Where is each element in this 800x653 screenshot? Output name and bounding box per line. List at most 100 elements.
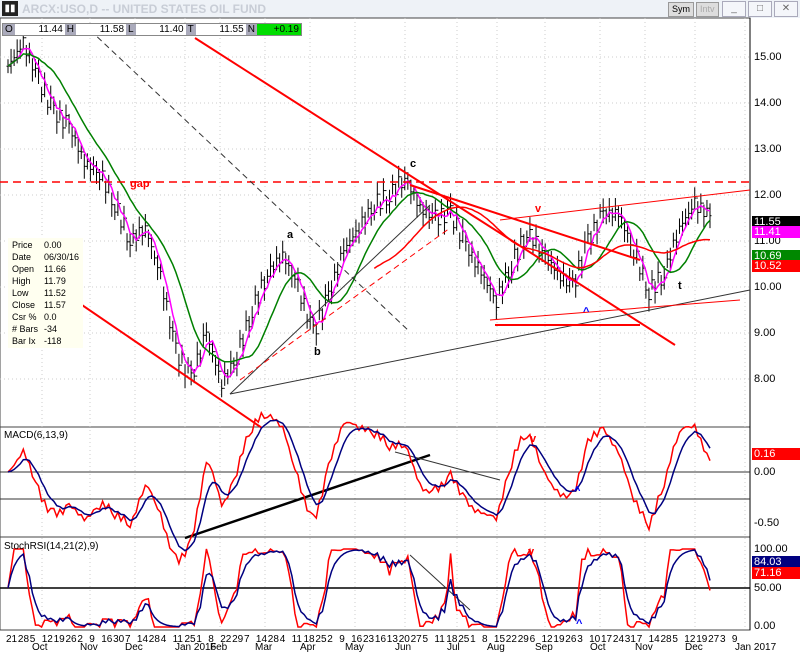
x-tick: 22 xyxy=(505,634,517,645)
x-tick: 23 xyxy=(363,634,375,645)
price-tick: 9.00 xyxy=(754,327,776,339)
stoch-tick: 50.00 xyxy=(754,582,782,594)
price-bar xyxy=(165,292,169,311)
price-tick: 10.00 xyxy=(754,281,782,293)
x-tick: 3 xyxy=(577,634,583,645)
x-month: Nov xyxy=(80,642,98,653)
info-value: 06/30/16 xyxy=(44,252,80,262)
x-tick: 27 xyxy=(708,634,720,645)
price-bar xyxy=(647,287,651,312)
price-bar xyxy=(76,137,80,164)
info-row: Bar Ix -118 xyxy=(10,336,81,346)
price-bar xyxy=(204,322,208,342)
value-badge: 10.52 xyxy=(752,260,800,272)
price-bar xyxy=(156,255,160,281)
info-value: 0.0 xyxy=(44,312,57,322)
info-value: 0.00 xyxy=(44,240,62,250)
change-value: +0.19 xyxy=(256,24,301,35)
annotation-t: t xyxy=(678,280,682,292)
fast-ma-line xyxy=(7,47,711,379)
info-label: Low xyxy=(12,288,29,298)
price-bar xyxy=(64,104,68,129)
value-badge: 11.41 xyxy=(752,226,800,238)
price-tick: 8.00 xyxy=(754,373,776,385)
price-bar xyxy=(113,204,117,221)
price-bar xyxy=(427,205,431,229)
x-month: May xyxy=(345,642,364,653)
x-tick: 21 xyxy=(6,634,18,645)
price-tick: 14.00 xyxy=(754,97,782,109)
info-label: Date xyxy=(12,252,32,262)
high-label: H xyxy=(64,24,77,35)
price-bar xyxy=(369,201,373,226)
price-bar xyxy=(67,113,71,134)
info-row: Date 06/30/16 xyxy=(10,252,81,262)
chart-canvas[interactable] xyxy=(0,0,800,651)
last-label: T xyxy=(185,24,196,35)
stoch-tick: 100.00 xyxy=(754,543,788,555)
price-bar xyxy=(485,276,489,294)
x-tick: 26 xyxy=(565,634,577,645)
x-tick: 28 xyxy=(148,634,160,645)
price-bar xyxy=(317,299,321,335)
annotation-caret2: ^ xyxy=(574,485,581,497)
panel-frame xyxy=(0,426,751,538)
price-bar xyxy=(549,251,553,275)
price-bar xyxy=(262,276,266,301)
info-label: Bar Ix xyxy=(12,336,36,346)
x-tick: 16 xyxy=(374,634,387,645)
x-month: Dec xyxy=(125,642,143,653)
x-tick: 30 xyxy=(113,634,125,645)
x-tick: 28 xyxy=(17,634,30,645)
x-tick: 9 xyxy=(339,634,345,645)
info-label: # Bars xyxy=(12,324,39,334)
x-month: Mar xyxy=(255,642,273,653)
x-month: Jan 2017 xyxy=(735,642,777,653)
low-label: L xyxy=(126,24,136,35)
x-month: Nov xyxy=(635,642,653,653)
info-row: Open 11.66 xyxy=(10,264,81,274)
x-month: Sep xyxy=(535,642,553,653)
x-month: Oct xyxy=(32,642,48,653)
price-bar xyxy=(146,225,150,248)
macd-title: MACD(6,13,9) xyxy=(4,430,68,441)
annotation-c: c xyxy=(410,158,417,170)
price-bar xyxy=(708,203,712,229)
x-month: Oct xyxy=(590,642,606,653)
x-tick: 19 xyxy=(53,634,65,645)
price-bar xyxy=(693,187,697,210)
info-row: High 11.79 xyxy=(10,276,81,286)
x-tick: 5 xyxy=(672,634,678,645)
info-label: Open xyxy=(12,264,35,274)
info-value: 11.66 xyxy=(44,264,66,274)
price-bar xyxy=(268,253,272,279)
price-bar xyxy=(195,341,199,377)
x-month: Feb xyxy=(210,642,228,653)
price-bar xyxy=(82,151,86,179)
price-bar xyxy=(632,244,636,266)
open-label: O xyxy=(3,24,15,35)
trendline xyxy=(194,37,676,346)
info-row: # Bars -34 xyxy=(10,324,81,334)
x-tick: 5 xyxy=(422,634,429,645)
x-tick: 4 xyxy=(160,634,167,645)
price-bar xyxy=(476,250,480,275)
x-tick: 4 xyxy=(279,634,286,645)
price-bar xyxy=(610,207,614,227)
panel-frame xyxy=(0,17,751,428)
x-tick: 16 xyxy=(101,634,113,645)
price-bar xyxy=(27,42,31,64)
annotation-v2: v xyxy=(530,433,537,445)
price-bar xyxy=(24,37,28,67)
info-row: Csr % 0.0 xyxy=(10,312,81,322)
info-label: Csr % xyxy=(12,312,37,322)
price-bar xyxy=(153,246,157,266)
annotation-caret3: ^ xyxy=(576,618,583,630)
price-bar xyxy=(705,199,709,218)
open-value: 11.44 xyxy=(38,24,63,35)
x-tick: 27 xyxy=(410,634,422,645)
price-bar xyxy=(616,206,620,228)
info-value: -118 xyxy=(44,336,62,346)
annotation-caret1: ^ xyxy=(583,306,590,318)
macd-trendline xyxy=(184,453,431,540)
